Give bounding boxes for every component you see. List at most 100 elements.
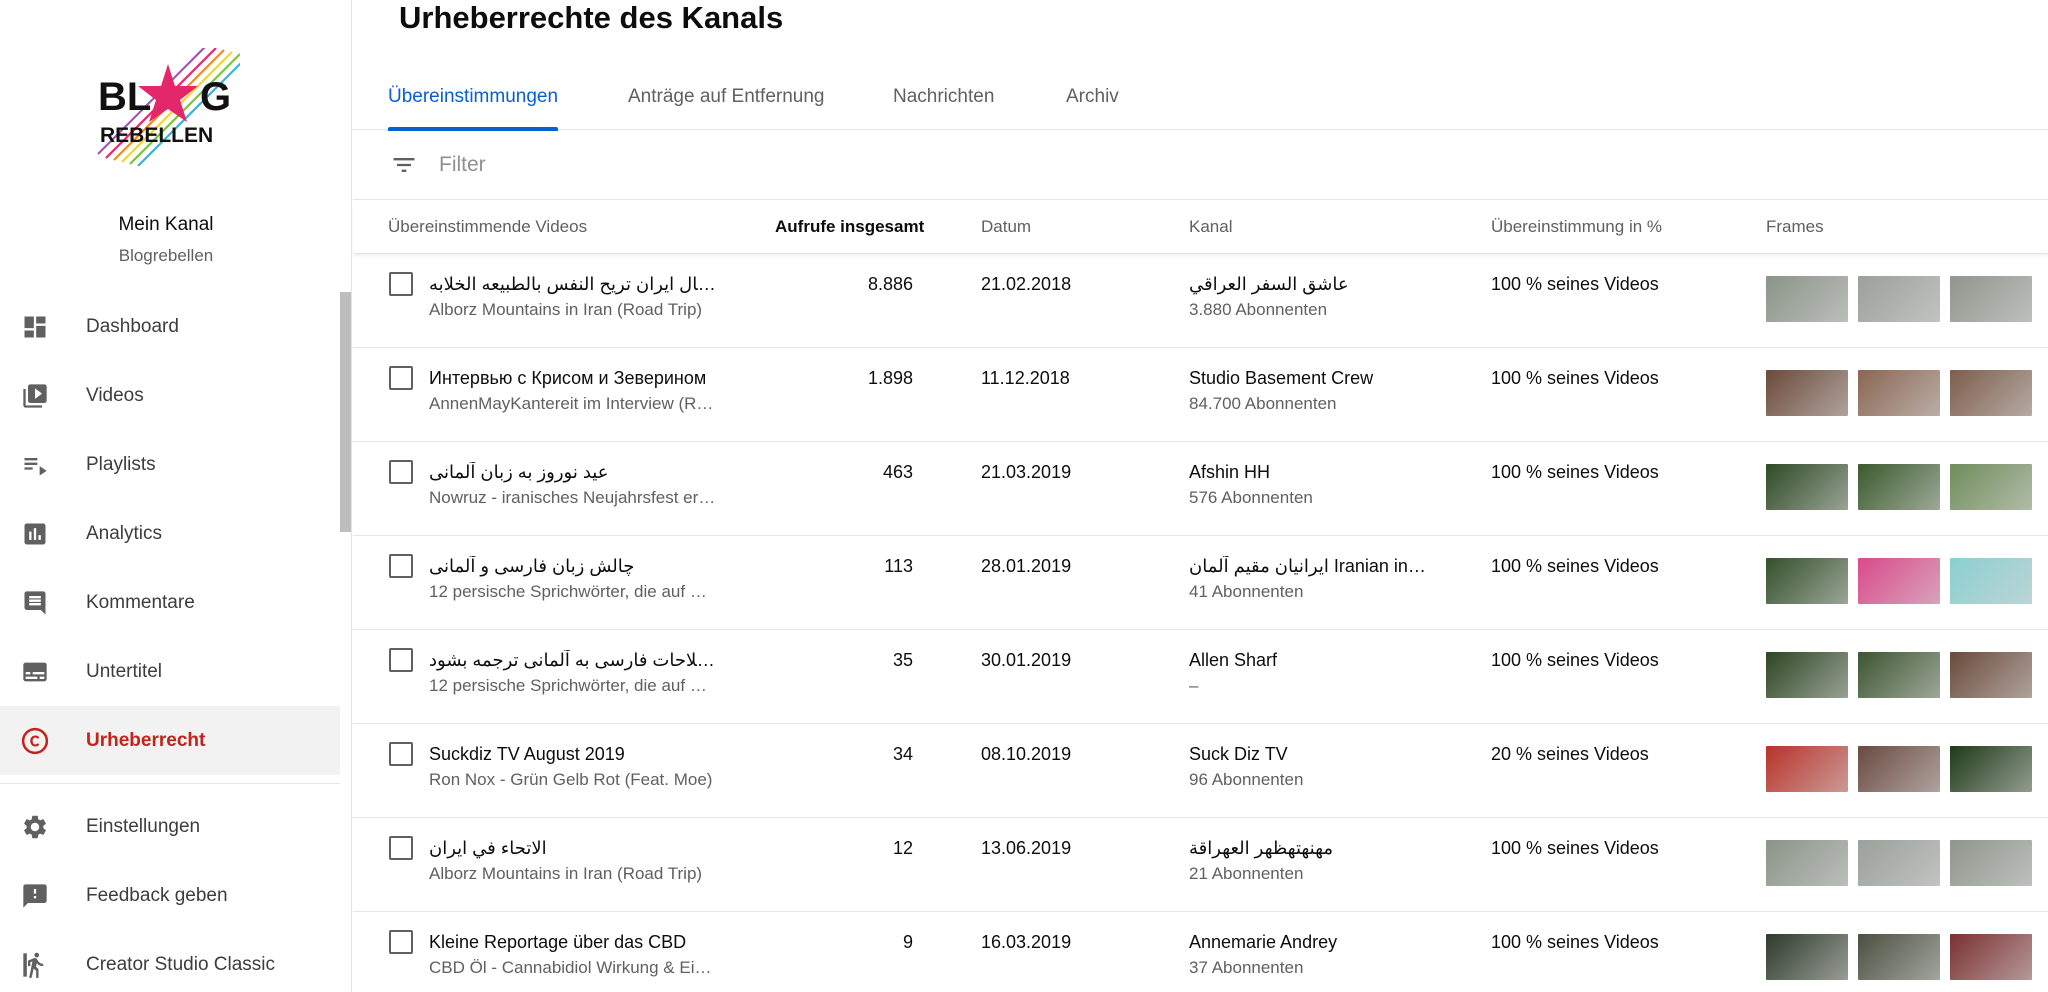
row-checkbox[interactable]	[389, 742, 413, 766]
table-row[interactable]: Kleine Reportage über das CBD CBD Öl - C…	[353, 912, 2048, 992]
row-checkbox[interactable]	[389, 366, 413, 390]
frame-thumbnail[interactable]	[1950, 558, 2032, 604]
frame-thumbnail[interactable]	[1858, 934, 1940, 980]
frame-thumbnail[interactable]	[1766, 934, 1848, 980]
filter-icon[interactable]	[389, 150, 419, 180]
table-row[interactable]: Интервью с Крисом и Зеверином AnnenMayKa…	[353, 348, 2048, 442]
video-title[interactable]: موزیک شمال ایران تریح النفس بالطبیعه الخ…	[429, 274, 719, 295]
video-title[interactable]: Интервью с Крисом и Зеверином	[429, 368, 719, 389]
column-header-match[interactable]: Übereinstimmung in %	[1491, 200, 1662, 254]
channel-name-link[interactable]: Studio Basement Crew	[1189, 368, 1429, 389]
video-title[interactable]: Kleine Reportage über das CBD	[429, 932, 719, 953]
channel-logo[interactable]: BL G REBELLEN	[96, 43, 247, 167]
sidebar-item-playlists[interactable]: Playlists	[0, 430, 340, 499]
frame-thumbnails[interactable]	[1766, 276, 2032, 322]
channel-name-link[interactable]: Afshin HH	[1189, 462, 1429, 483]
app-root: BL G REBELLEN Mein Kanal Blogrebellen Da…	[0, 0, 2048, 992]
frame-thumbnails[interactable]	[1766, 652, 2032, 698]
channel-name-link[interactable]: Allen Sharf	[1189, 650, 1429, 671]
frame-thumbnails[interactable]	[1766, 934, 2032, 980]
channel-name-link[interactable]: ایرانیان مقیم آلمان Iranian in Deutschla…	[1189, 556, 1429, 577]
channel-name-link[interactable]: عاشق السفر العراقي	[1189, 274, 1429, 295]
original-video-title: Ron Nox - Grün Gelb Rot (Feat. Moe)	[429, 770, 713, 789]
channel-name-link[interactable]: مهنهتهظهر العهراقة	[1189, 838, 1429, 859]
frame-thumbnails[interactable]	[1766, 464, 2032, 510]
table-row[interactable]: Suckdiz TV August 2019 Ron Nox - Grün Ge…	[353, 724, 2048, 818]
sidebar-scrollbar[interactable]	[340, 292, 351, 532]
frame-thumbnail[interactable]	[1858, 276, 1940, 322]
sidebar-item-feedback[interactable]: Feedback geben	[0, 861, 340, 930]
match-percentage: 100 % seines Videos	[1491, 650, 1659, 670]
sidebar-item-subtitles[interactable]: Untertitel	[0, 637, 340, 706]
frame-thumbnail[interactable]	[1950, 652, 2032, 698]
frame-thumbnail[interactable]	[1950, 746, 2032, 792]
frame-thumbnail[interactable]	[1950, 370, 2032, 416]
table-row[interactable]: چالش زبان فارسی و آلمانی 12 persische Sp…	[353, 536, 2048, 630]
frame-thumbnails[interactable]	[1766, 840, 2032, 886]
sidebar-item-comments[interactable]: Kommentare	[0, 568, 340, 637]
frame-thumbnail[interactable]	[1858, 652, 1940, 698]
frame-thumbnail[interactable]	[1858, 840, 1940, 886]
sidebar-item-analytics[interactable]: Analytics	[0, 499, 340, 568]
video-title[interactable]: عید نوروز به زبان آلمانی	[429, 462, 719, 483]
frame-thumbnail[interactable]	[1766, 276, 1848, 322]
frame-thumbnail[interactable]	[1766, 558, 1848, 604]
row-checkbox[interactable]	[389, 272, 413, 296]
column-header-videos[interactable]: Übereinstimmende Videos	[388, 200, 587, 254]
frame-thumbnail[interactable]	[1950, 276, 2032, 322]
sidebar-item-dashboard[interactable]: Dashboard	[0, 292, 340, 361]
frame-thumbnail[interactable]	[1950, 840, 2032, 886]
column-header-date[interactable]: Datum	[981, 200, 1031, 254]
channel-name-link[interactable]: Suck Diz TV	[1189, 744, 1429, 765]
frame-thumbnail[interactable]	[1766, 464, 1848, 510]
row-checkbox[interactable]	[389, 836, 413, 860]
table-row[interactable]: معنی اصطلاحات فارسی به آلمانی ترجمه بشود…	[353, 630, 2048, 724]
frame-thumbnail[interactable]	[1950, 464, 2032, 510]
column-header-channel[interactable]: Kanal	[1189, 200, 1232, 254]
frame-thumbnail[interactable]	[1858, 558, 1940, 604]
frame-thumbnails[interactable]	[1766, 746, 2032, 792]
row-checkbox[interactable]	[389, 930, 413, 954]
channel-name-link[interactable]: Annemarie Andrey	[1189, 932, 1429, 953]
video-title[interactable]: الاتحاء في ایران	[429, 838, 719, 859]
frame-thumbnails[interactable]	[1766, 558, 2032, 604]
frame-thumbnail[interactable]	[1766, 370, 1848, 416]
tab-matches[interactable]: Übereinstimmungen	[388, 64, 559, 131]
channel-subscribers: 96 Abonnenten	[1189, 770, 1304, 789]
sidebar-item-videos[interactable]: Videos	[0, 361, 340, 430]
table-row[interactable]: عید نوروز به زبان آلمانی Nowruz - iranis…	[353, 442, 2048, 536]
tab-removal-requests[interactable]: Anträge auf Entfernung	[628, 64, 824, 130]
frame-thumbnail[interactable]	[1766, 746, 1848, 792]
table-row[interactable]: الاتحاء في ایران Alborz Mountains in Ira…	[353, 818, 2048, 912]
dashboard-icon	[20, 312, 50, 342]
match-percentage: 100 % seines Videos	[1491, 556, 1659, 576]
video-title[interactable]: چالش زبان فارسی و آلمانی	[429, 556, 719, 577]
row-checkbox[interactable]	[389, 554, 413, 578]
frame-thumbnail[interactable]	[1858, 370, 1940, 416]
frame-thumbnail[interactable]	[1766, 840, 1848, 886]
match-date: 08.10.2019	[981, 744, 1072, 764]
tab-archive[interactable]: Archiv	[1066, 64, 1119, 130]
frame-thumbnail[interactable]	[1950, 934, 2032, 980]
match-percentage: 100 % seines Videos	[1491, 274, 1659, 294]
row-checkbox[interactable]	[389, 460, 413, 484]
frame-thumbnail[interactable]	[1858, 464, 1940, 510]
main-content: Urheberrechte des Kanals Übereinstimmung…	[353, 0, 2048, 992]
frame-thumbnail[interactable]	[1766, 652, 1848, 698]
sidebar-nav: Dashboard Videos Playlists Analytics Kom…	[0, 292, 340, 992]
video-title[interactable]: معنی اصطلاحات فارسی به آلمانی ترجمه بشود	[429, 650, 719, 671]
sidebar-item-copyright[interactable]: Urheberrecht	[0, 706, 340, 775]
sidebar-item-label: Einstellungen	[86, 815, 201, 837]
match-percentage: 100 % seines Videos	[1491, 838, 1659, 858]
match-date: 13.06.2019	[981, 838, 1072, 858]
tab-messages[interactable]: Nachrichten	[893, 64, 994, 130]
row-checkbox[interactable]	[389, 648, 413, 672]
column-header-views[interactable]: Aufrufe insgesamt	[775, 200, 924, 254]
table-row[interactable]: موزیک شمال ایران تریح النفس بالطبیعه الخ…	[353, 254, 2048, 348]
filter-input[interactable]	[439, 152, 1039, 177]
sidebar-item-settings[interactable]: Einstellungen	[0, 792, 340, 861]
frame-thumbnail[interactable]	[1858, 746, 1940, 792]
sidebar-item-creator-studio-classic[interactable]: Creator Studio Classic	[0, 930, 340, 992]
video-title[interactable]: Suckdiz TV August 2019	[429, 744, 719, 765]
frame-thumbnails[interactable]	[1766, 370, 2032, 416]
